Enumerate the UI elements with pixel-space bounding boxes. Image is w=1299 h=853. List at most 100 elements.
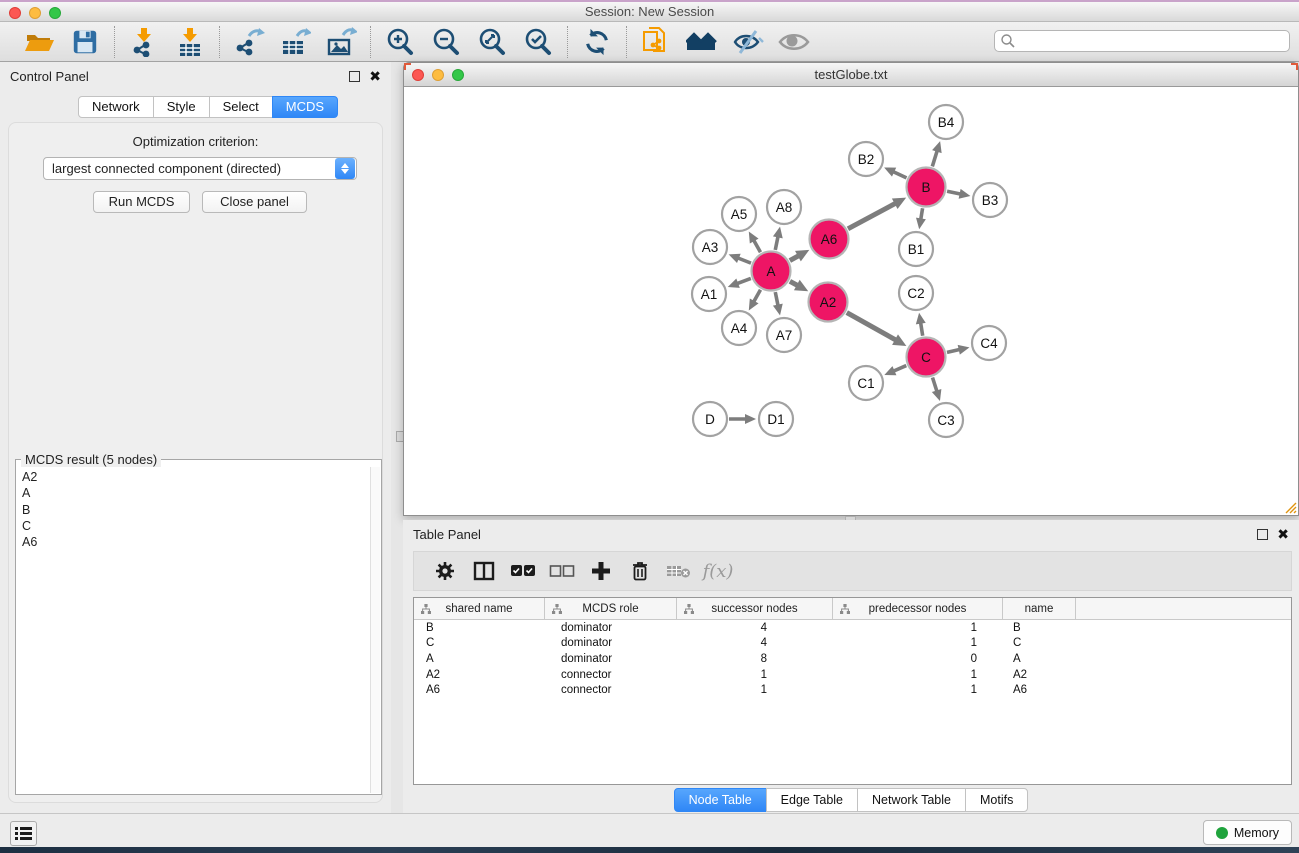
- search-field[interactable]: [994, 30, 1290, 52]
- cell[interactable]: B: [1003, 622, 1076, 634]
- cell[interactable]: A2: [414, 669, 545, 681]
- edge-C-C3[interactable]: [933, 377, 938, 392]
- export-table-button[interactable]: [276, 26, 314, 58]
- edge-B-B2[interactable]: [892, 171, 906, 178]
- cell[interactable]: 4: [677, 622, 833, 634]
- cell[interactable]: 1: [833, 684, 1003, 696]
- result-item[interactable]: C: [22, 518, 370, 534]
- edge-A-A4[interactable]: [753, 290, 760, 303]
- task-history-button[interactable]: [10, 821, 37, 846]
- cell[interactable]: 1: [833, 622, 1003, 634]
- cell[interactable]: 8: [677, 653, 833, 665]
- search-input[interactable]: [1016, 34, 1289, 48]
- network-canvas[interactable]: B4B2BB3A8A5A6A3B1AA1C2A2A4A7C4CC1DD1C3: [404, 87, 1298, 515]
- save-session-button[interactable]: [66, 26, 104, 58]
- column-header-name[interactable]: name: [1003, 598, 1076, 619]
- show-all-button[interactable]: [775, 26, 813, 58]
- cell[interactable]: 1: [677, 669, 833, 681]
- column-header-shared-name[interactable]: shared name: [414, 598, 545, 619]
- select-all-button[interactable]: [508, 556, 538, 586]
- zoom-in-button[interactable]: [381, 26, 419, 58]
- close-table-panel-icon[interactable]: ✖: [1277, 529, 1289, 540]
- close-window-button[interactable]: [9, 7, 21, 19]
- delete-column-button[interactable]: [625, 556, 655, 586]
- memory-button[interactable]: Memory: [1203, 820, 1292, 845]
- cell[interactable]: C: [1003, 637, 1076, 649]
- edge-A2-C[interactable]: [847, 313, 897, 341]
- cell[interactable]: A6: [414, 684, 545, 696]
- edge-A-A1[interactable]: [736, 278, 751, 283]
- edge-B-B3[interactable]: [947, 191, 962, 194]
- tab-motifs[interactable]: Motifs: [965, 788, 1028, 812]
- network-graph[interactable]: B4B2BB3A8A5A6A3B1AA1C2A2A4A7C4CC1DD1C3: [404, 87, 1298, 515]
- edge-A-A5[interactable]: [753, 239, 760, 252]
- network-window-titlebar[interactable]: testGlobe.txt: [404, 63, 1298, 87]
- new-network-from-selection-button[interactable]: [637, 26, 675, 58]
- close-panel-button[interactable]: Close panel: [202, 191, 307, 213]
- edge-C-C2[interactable]: [920, 322, 922, 336]
- cell[interactable]: 1: [833, 637, 1003, 649]
- column-visibility-button[interactable]: [469, 556, 499, 586]
- cell[interactable]: A: [414, 653, 545, 665]
- result-item[interactable]: A2: [22, 469, 370, 485]
- cell[interactable]: B: [414, 622, 545, 634]
- cell[interactable]: 1: [677, 684, 833, 696]
- zoom-selected-button[interactable]: [519, 26, 557, 58]
- first-neighbors-button[interactable]: [683, 26, 721, 58]
- edge-A-A7[interactable]: [775, 292, 778, 307]
- add-column-button[interactable]: [586, 556, 616, 586]
- network-close-button[interactable]: [412, 69, 424, 81]
- hide-selected-button[interactable]: [729, 26, 767, 58]
- cell[interactable]: 4: [677, 637, 833, 649]
- export-network-button[interactable]: [230, 26, 268, 58]
- table-row[interactable]: A2connector11A2: [414, 667, 1291, 683]
- column-header-MCDS-role[interactable]: MCDS role: [545, 598, 677, 619]
- cell[interactable]: A: [1003, 653, 1076, 665]
- close-panel-icon[interactable]: ✖: [369, 71, 381, 82]
- window-resize-handle[interactable]: [1284, 501, 1297, 514]
- tab-style[interactable]: Style: [153, 96, 210, 118]
- delete-table-button[interactable]: [664, 556, 694, 586]
- edge-A6-B[interactable]: [848, 203, 897, 229]
- result-scrollbar[interactable]: [370, 467, 380, 793]
- function-builder-button[interactable]: f(x): [703, 556, 733, 586]
- node-table[interactable]: shared nameMCDS rolesuccessor nodesprede…: [413, 597, 1292, 785]
- tab-mcds[interactable]: MCDS: [272, 96, 338, 118]
- tab-select[interactable]: Select: [209, 96, 273, 118]
- refresh-view-button[interactable]: [578, 26, 616, 58]
- edge-C-C1[interactable]: [893, 366, 907, 372]
- cell[interactable]: connector: [545, 669, 677, 681]
- zoom-out-button[interactable]: [427, 26, 465, 58]
- run-mcds-button[interactable]: Run MCDS: [93, 191, 190, 213]
- edge-A-A8[interactable]: [775, 235, 778, 250]
- cell[interactable]: dominator: [545, 637, 677, 649]
- result-item[interactable]: B: [22, 502, 370, 518]
- cell[interactable]: 0: [833, 653, 1003, 665]
- table-row[interactable]: Adominator80A: [414, 651, 1291, 667]
- network-minimize-button[interactable]: [432, 69, 444, 81]
- cell[interactable]: A6: [1003, 684, 1076, 696]
- cell[interactable]: C: [414, 637, 545, 649]
- zoom-fit-button[interactable]: [473, 26, 511, 58]
- criterion-dropdown[interactable]: largest connected component (directed): [43, 157, 357, 180]
- table-row[interactable]: Cdominator41C: [414, 636, 1291, 652]
- result-item[interactable]: A: [22, 485, 370, 501]
- tab-network[interactable]: Network: [78, 96, 154, 118]
- cell[interactable]: dominator: [545, 653, 677, 665]
- cell[interactable]: A2: [1003, 669, 1076, 681]
- tab-edge-table[interactable]: Edge Table: [766, 788, 858, 812]
- import-table-button[interactable]: [171, 26, 209, 58]
- cell[interactable]: connector: [545, 684, 677, 696]
- table-row[interactable]: Bdominator41B: [414, 620, 1291, 636]
- cell[interactable]: dominator: [545, 622, 677, 634]
- edge-C-C4[interactable]: [947, 349, 961, 352]
- edge-B-B4[interactable]: [932, 150, 937, 167]
- float-panel-icon[interactable]: [349, 71, 360, 82]
- mcds-result-list[interactable]: A2ABCA6: [17, 467, 370, 793]
- import-network-button[interactable]: [125, 26, 163, 58]
- edge-A-A3[interactable]: [737, 258, 751, 264]
- tab-network-table[interactable]: Network Table: [857, 788, 966, 812]
- column-header-predecessor-nodes[interactable]: predecessor nodes: [833, 598, 1003, 619]
- table-options-button[interactable]: [430, 556, 460, 586]
- open-file-button[interactable]: [20, 26, 58, 58]
